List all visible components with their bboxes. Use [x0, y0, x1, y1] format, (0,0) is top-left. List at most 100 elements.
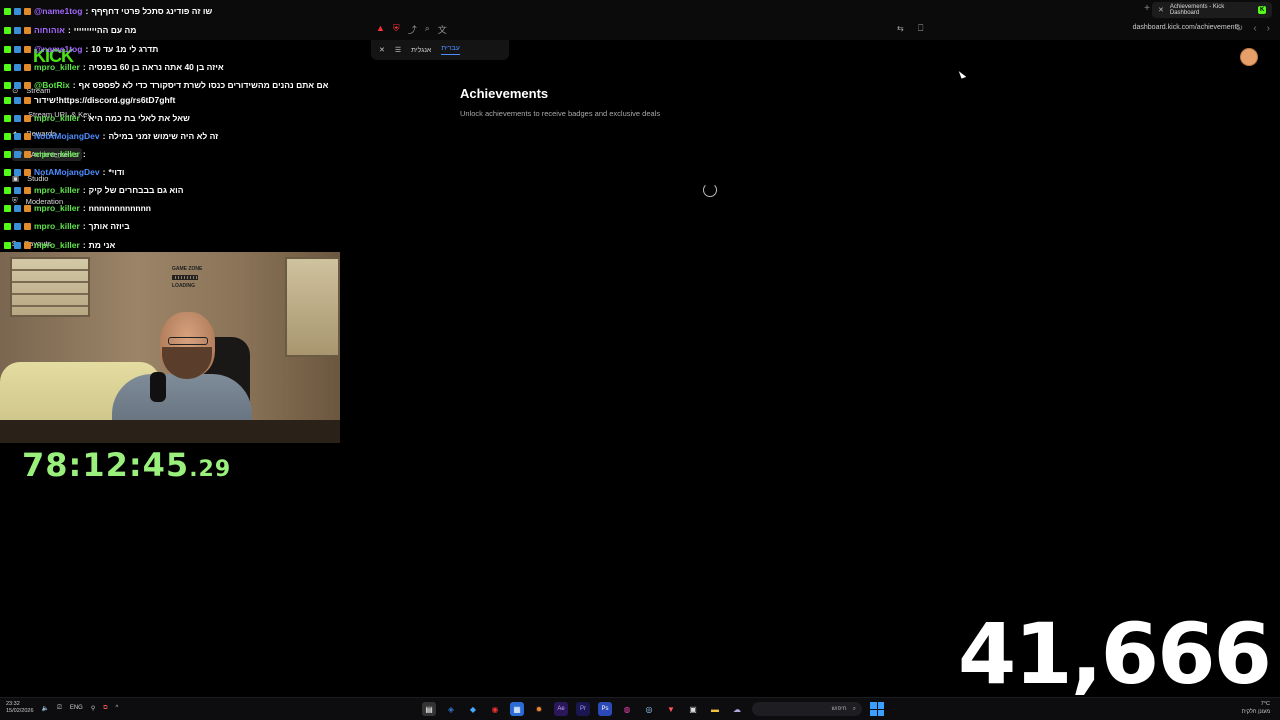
mouse-cursor-icon [958, 69, 967, 79]
chat-username[interactable]: mpro_killer [34, 62, 80, 72]
chat-badge-icon [24, 168, 31, 176]
share-icon[interactable]: ⤴ [408, 23, 417, 36]
steam-icon[interactable]: ◎ [642, 702, 656, 716]
toolbar-icons: ▲ ⛨ ⤴ ⌕ 文 [376, 23, 447, 36]
brave-rewards-icon[interactable]: ▲ [376, 23, 385, 36]
chat-username[interactable]: @name1tog [34, 6, 82, 16]
after-effects-icon[interactable]: Ae [554, 702, 568, 716]
chat-username[interactable]: אוהוחוה [34, 25, 65, 35]
timer-fraction: .29 [189, 457, 232, 482]
windows-taskbar: 23:32 15/02/2026 🔈 ⎚ ENG ⚲ ⧉ ^ ▤ ◈ ◆ ◉ ▦… [0, 697, 1280, 720]
chat-badge-icon [24, 63, 31, 71]
close-tab-icon[interactable]: ✕ [1158, 6, 1164, 14]
chat-separator: : [102, 167, 106, 177]
chat-username[interactable]: mpro_killer [34, 185, 80, 195]
search-icon[interactable]: ⌕ [425, 23, 430, 36]
brave-shield-icon[interactable]: ⛨ [393, 23, 400, 36]
premiere-icon[interactable]: Pr [576, 702, 590, 716]
chat-separator: : [82, 240, 86, 250]
chat-username[interactable]: NotAMojangDev [34, 131, 100, 141]
chevron-up-icon[interactable]: ^ [116, 705, 119, 711]
app-tray-icon[interactable]: ⧉ [103, 705, 107, 712]
network-icon[interactable]: ⎚ [57, 705, 62, 712]
chat-badge-icon [14, 81, 21, 89]
language-indicator[interactable]: ENG [70, 705, 83, 711]
chat-username[interactable]: NotAMojangDev [34, 167, 100, 177]
tab-title: Achievements - Kick Dashboard [1169, 4, 1225, 16]
chat-message: אוהוחוה: מה עם ההייייייייי [4, 25, 136, 35]
new-tab-icon[interactable]: + [1144, 3, 1150, 14]
chat-badge-icon [14, 114, 21, 122]
chat-overlay: @name1tog: שו זה פודינג סתכל פרטי דחףףף או… [0, 2, 345, 252]
window-right [285, 257, 340, 357]
address-bar[interactable]: dashboard.kick.com/achievements [1133, 24, 1240, 31]
stream-timer: 78:12:45.29 [22, 446, 231, 484]
chat-badge-icon [24, 222, 31, 230]
chat-separator: : [82, 221, 86, 231]
chat-text: מה עם ההייייייייי [73, 25, 137, 35]
browser-tab-achievements[interactable]: ✕ Achievements - Kick Dashboard K [1152, 2, 1272, 18]
volume-icon[interactable]: 🔈 [42, 705, 49, 712]
app-icon-orange[interactable]: ✹ [532, 702, 546, 716]
folder-icon[interactable]: ▬ [708, 702, 722, 716]
chat-message: @name1tog: שו זה פודינג סתכל פרטי דחףףף [4, 6, 212, 16]
brave-icon[interactable]: ▼ [664, 702, 678, 716]
taskbar-search[interactable]: חיפוש ⌕ [752, 702, 862, 716]
chat-username[interactable]: mpro_killer [34, 203, 80, 213]
avatar[interactable] [1240, 48, 1258, 66]
photoshop-icon[interactable]: Ps [598, 702, 612, 716]
reload-icon[interactable]: ↻ [1235, 23, 1243, 34]
chat-badge-icon [4, 168, 11, 176]
chat-username[interactable]: mpro_killer [34, 149, 80, 159]
chat-text: שו זה פודינג סתכל פרטי דחףףף [91, 6, 213, 16]
menu-icon[interactable]: ☰ [395, 46, 401, 54]
bookmark-icon[interactable]: ⎕ [918, 23, 923, 34]
tab-english[interactable]: אנגלית [411, 47, 431, 54]
forward-icon[interactable]: › [1267, 23, 1270, 34]
chat-badge-icon [24, 26, 31, 34]
chat-separator: : [82, 185, 86, 195]
chat-username[interactable]: @BotRix [34, 80, 70, 90]
back-icon[interactable]: ‹ [1253, 23, 1256, 34]
chat-username[interactable]: mpro_killer [34, 221, 80, 231]
chat-badge-icon [14, 186, 21, 194]
app-icon-pink[interactable]: ◍ [620, 702, 634, 716]
subscriber-counter: 41,666 [957, 605, 1272, 703]
chat-message: mpro_killer: ביוזה אותך [4, 221, 130, 231]
chat-badge-icon [24, 7, 31, 15]
chat-text: תדרג לי מ1 עד 10 [91, 44, 159, 54]
chat-badge-icon [4, 204, 11, 212]
usb-icon[interactable]: ⚲ [91, 705, 95, 712]
store-icon[interactable]: ▣ [686, 702, 700, 716]
chat-message: mpro_killer: אני מת [4, 240, 115, 250]
chat-badge-icon [4, 26, 11, 34]
chat-badge-icon [24, 186, 31, 194]
timer-main: 78:12:45 [22, 446, 190, 484]
nav-controls: ↻ ‹ › [1235, 23, 1270, 34]
chat-message: mpro_killer: nnnnnnnnnnnn [4, 203, 151, 213]
edge-icon[interactable]: ◈ [444, 702, 458, 716]
chat-badge-icon [14, 150, 21, 158]
notepad-icon[interactable]: ▦ [510, 702, 524, 716]
chat-message: mpro_killer: איזה בן 40 אתה נראה בן 60 בפ… [4, 62, 224, 72]
terminal-icon[interactable]: ▤ [422, 702, 436, 716]
chat-username[interactable]: mpro_killer [34, 113, 80, 123]
chat-text: אני מת [88, 240, 116, 250]
sync-icon[interactable]: ⇆ [897, 24, 904, 33]
widgets-icon[interactable]: ☁ [730, 702, 744, 716]
chat-username[interactable]: @name1tog [34, 44, 82, 54]
weather-widget[interactable]: 7°C מעונן חלקית [1242, 700, 1270, 716]
chat-badge-icon [24, 204, 31, 212]
chat-badge-icon [4, 222, 11, 230]
chrome-icon[interactable]: ◉ [488, 702, 502, 716]
chat-username[interactable]: mpro_killer [34, 240, 80, 250]
close-icon[interactable]: ✕ [379, 46, 385, 54]
clock[interactable]: 23:32 15/02/2026 [6, 701, 34, 715]
app-icon-blue[interactable]: ◆ [466, 702, 480, 716]
chat-badge-icon [24, 96, 31, 104]
translate-icon[interactable]: 文 [438, 23, 447, 36]
taskbar-apps: ▤ ◈ ◆ ◉ ▦ ✹ Ae Pr Ps ◍ ◎ ▼ ▣ ▬ ☁ חיפוש ⌕ [422, 702, 884, 716]
tab-hebrew[interactable]: עברית [441, 45, 460, 55]
windows-start-icon[interactable] [870, 702, 884, 716]
chat-badge-icon [4, 241, 11, 249]
